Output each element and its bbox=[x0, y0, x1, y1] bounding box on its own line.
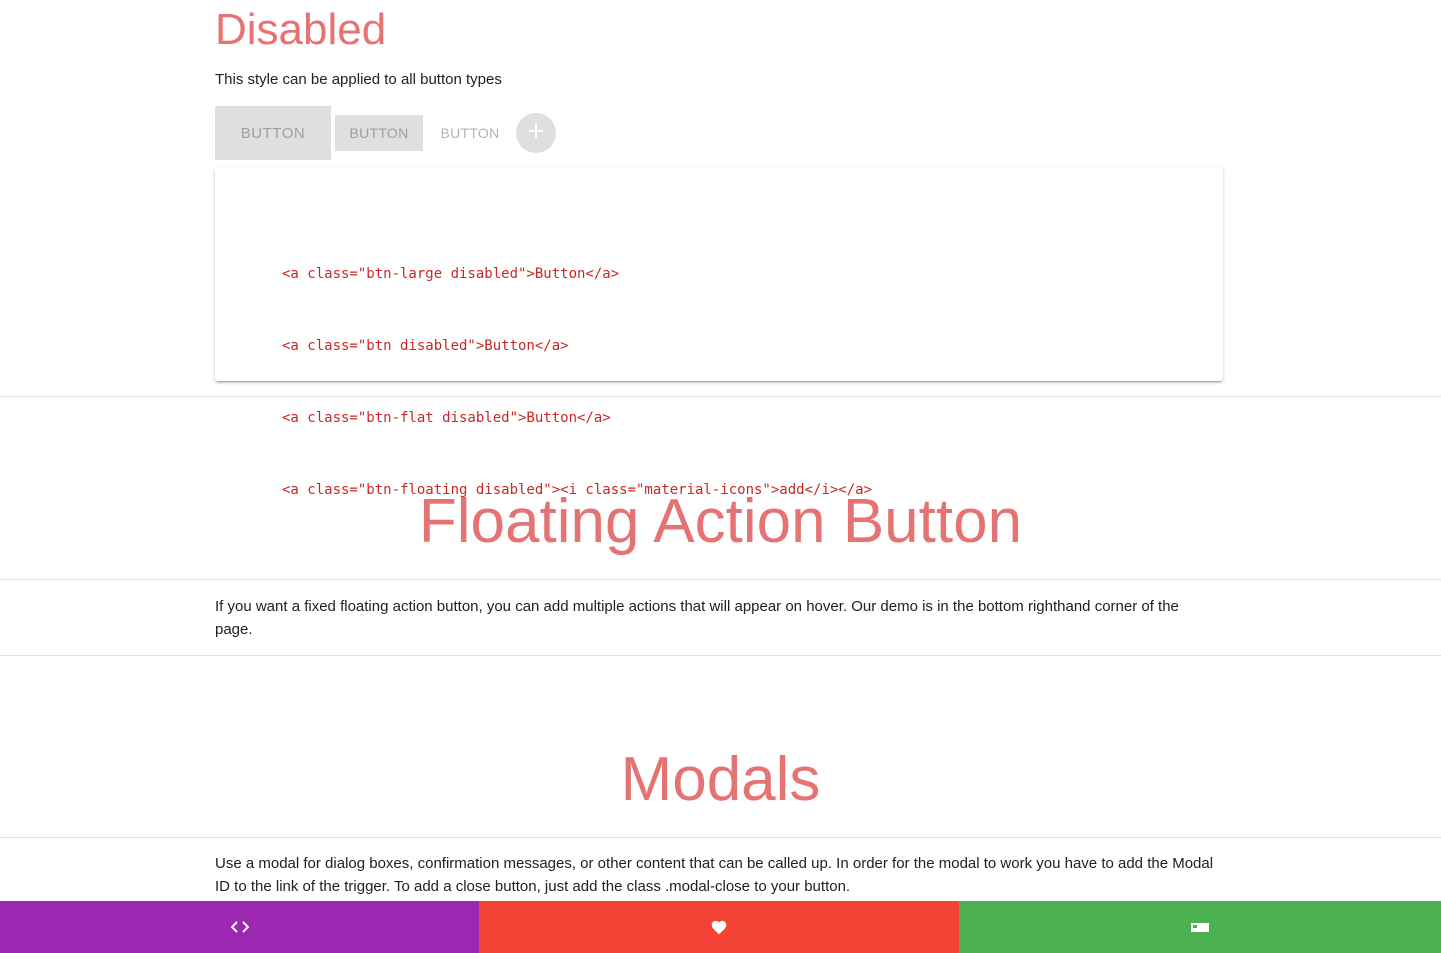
section-divider bbox=[0, 579, 1441, 580]
disabled-section-title: Disabled bbox=[215, 5, 387, 54]
code-bar-button[interactable] bbox=[0, 901, 479, 953]
code-line: <a class="btn disabled">Button</a> bbox=[282, 338, 569, 354]
heart-icon bbox=[710, 919, 728, 935]
code-icon bbox=[230, 920, 249, 934]
disabled-floating-button[interactable] bbox=[516, 113, 556, 153]
section-divider bbox=[0, 396, 1441, 397]
section-divider bbox=[0, 655, 1441, 656]
disabled-button[interactable]: BUTTON bbox=[335, 115, 423, 151]
favorite-bar-button[interactable] bbox=[479, 901, 959, 953]
plus-icon bbox=[526, 121, 546, 146]
bottom-action-bar bbox=[0, 901, 1441, 953]
modals-section-title: Modals bbox=[620, 745, 821, 814]
code-example-card: <a class="btn-large disabled">Button</a>… bbox=[215, 167, 1223, 498]
section-divider bbox=[0, 837, 1441, 838]
disabled-flat-button[interactable]: BUTTON bbox=[431, 115, 509, 151]
modals-section-description: Use a modal for dialog boxes, confirmati… bbox=[215, 855, 1214, 895]
disabled-section-subtitle: This style can be applied to all button … bbox=[215, 71, 502, 88]
fab-section-title: Floating Action Button bbox=[418, 487, 1023, 556]
hotel-bar-button[interactable] bbox=[959, 901, 1441, 953]
hotel-icon bbox=[1190, 921, 1210, 933]
code-line: <a class="btn-large disabled">Button</a> bbox=[282, 266, 620, 282]
fab-section-description: If you want a fixed floating action butt… bbox=[215, 598, 1179, 638]
disabled-large-button[interactable]: BUTTON bbox=[215, 106, 331, 160]
code-line: <a class="btn-flat disabled">Button</a> bbox=[282, 410, 611, 426]
